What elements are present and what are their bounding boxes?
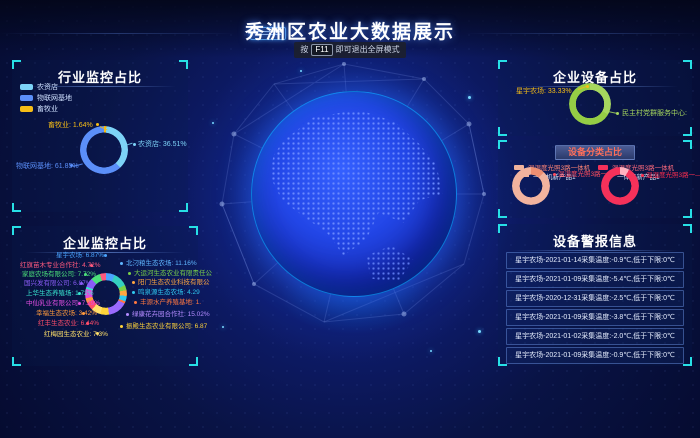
legend-label: 畜牧业 xyxy=(37,104,58,114)
legend-item[interactable]: 畜牧业 xyxy=(20,104,58,114)
legend-swatch xyxy=(20,95,33,101)
leader-dot xyxy=(120,262,123,265)
slice-label: 阳门生态农业科技有限公 xyxy=(138,279,210,287)
slice-label: 畜牧业: 1.64% xyxy=(48,122,93,130)
industry-donut-chart[interactable] xyxy=(80,126,128,174)
alarm-row: 星宇农场-2021-01-09采集温度:-0.9℃,低于下限:0℃ xyxy=(506,347,684,364)
panel-enterprise-monitor: 企业监控占比 星宇农场: 6.87% 红旗苗木专业合作社: 4.72% 家庭农场… xyxy=(12,226,198,366)
hint-prefix: 按 xyxy=(300,45,308,54)
alarm-row: 星宇农场-2020-12-31采集温度:-2.5℃,低于下限:0℃ xyxy=(506,290,684,307)
leader-dot xyxy=(78,292,81,295)
leader-dot xyxy=(133,143,136,146)
slice-label: 绿康花卉园合作社: 15.02% xyxy=(132,311,210,319)
alarm-row: 星宇农场-2021-01-14采集温度:-0.9℃,低于下限:0℃ xyxy=(506,252,684,269)
slice-label: 星宇农场: 6.87% xyxy=(56,252,104,260)
particle xyxy=(212,122,214,124)
equipment-donut-chart[interactable] xyxy=(569,83,611,125)
panel-device-alarms: 设备警报信息 星宇农场-2021-01-14采集温度:-0.9℃,低于下限:0℃… xyxy=(498,224,692,366)
globe xyxy=(251,91,457,297)
leader-dot xyxy=(134,301,137,304)
leader-dot xyxy=(96,123,99,126)
title-divider xyxy=(512,250,679,251)
leader-dot xyxy=(132,291,135,294)
slice-label: 北汈粮生态农场: 11.16% xyxy=(126,260,197,268)
panel-title: 企业监控占比 xyxy=(12,233,198,252)
page-title: 秀洲区农业大数据展示 xyxy=(0,17,700,44)
leader-dot xyxy=(96,332,99,335)
particle xyxy=(468,96,471,99)
leader-dot xyxy=(90,264,93,267)
panel-enterprise-equipment: 企业设备占比 星宇农场: 33.33% 民主村党群服务中心: xyxy=(498,60,692,136)
slice-label: 红丰生态农业: 6.44% xyxy=(38,320,99,328)
slice-label: 幸福生态农场: 3.42% xyxy=(36,310,97,318)
slice-label: 星宇农场: 33.33% xyxy=(516,88,572,96)
particle xyxy=(478,330,481,333)
alarm-row: 星宇农场-2021-01-02采集温度:-2.0℃,低于下限:0℃ xyxy=(506,328,684,345)
particle xyxy=(430,350,432,352)
device-class-left-donut[interactable] xyxy=(512,167,550,205)
leader-dot xyxy=(84,273,87,276)
legend-label: 农资店 xyxy=(37,82,58,92)
panel-title: 设备分类占比 xyxy=(555,145,635,160)
particle xyxy=(300,70,302,72)
slice-label: 农资店: 36.51% xyxy=(138,141,187,149)
leader-dot xyxy=(82,312,85,315)
legend-item[interactable]: 物联网基地 xyxy=(20,93,72,103)
leader-dot xyxy=(80,282,83,285)
device-class-right-donut[interactable] xyxy=(601,167,639,205)
slice-label: 温湿度光照3路一— xyxy=(646,172,700,180)
hint-suffix: 即可退出全屏模式 xyxy=(336,45,400,54)
dashboard: 秀洲区农业大数据展示 按F11即可退出全屏模式 行业监控占比 xyxy=(0,0,700,438)
particle xyxy=(222,326,224,328)
alarm-row: 星宇农场-2021-01-09采集温度:-5.4℃,低于下限:0℃ xyxy=(506,271,684,288)
slice-label: 大运河生态农业有限责任公 xyxy=(134,270,212,278)
slice-label: 上华生态养殖场: 1.72% xyxy=(26,290,94,298)
panel-title: 设备警报信息 xyxy=(498,231,692,250)
slice-label: 丰源水产养殖基地: 1. xyxy=(140,299,201,307)
leader-dot xyxy=(132,281,135,284)
leader-dot xyxy=(641,174,644,177)
slice-label: 中仙乳业有限公司: 7.29% xyxy=(26,300,100,308)
slice-label: 振殿生态农业有限公司: 6.87 xyxy=(126,323,207,331)
panel-industry-monitor: 行业监控占比 农资店 物联网基地 畜牧业 畜牧业: 1.64% 农资店: 36.… xyxy=(12,60,188,212)
leader-dot xyxy=(104,254,107,257)
title-divider xyxy=(25,252,185,253)
slice-label: 鸣泉源生态农场: 4.29 xyxy=(138,289,200,297)
leader-dot xyxy=(86,322,89,325)
leader-dot xyxy=(78,302,81,305)
leader-dot xyxy=(128,272,131,275)
legend-label: 物联网基地 xyxy=(37,93,72,103)
legend-item[interactable]: 农资店 xyxy=(20,82,58,92)
legend-swatch xyxy=(20,106,33,112)
leader-dot xyxy=(553,173,556,176)
slice-label: 民主村党群服务中心: xyxy=(622,110,687,118)
panel-device-classification: 设备分类占比 温湿度光照3路一体机 一体机新产品1 温湿度光照3路一— 温湿度光… xyxy=(498,140,692,218)
slice-label: 红旗苗木专业合作社: 4.72% xyxy=(20,262,101,270)
alarm-row: 星宇农场-2021-01-09采集温度:-3.8℃,低于下限:0℃ xyxy=(506,309,684,326)
leader-dot xyxy=(126,313,129,316)
legend-swatch xyxy=(20,84,33,90)
legend-swatch xyxy=(598,165,608,170)
leader-dot xyxy=(120,325,123,328)
